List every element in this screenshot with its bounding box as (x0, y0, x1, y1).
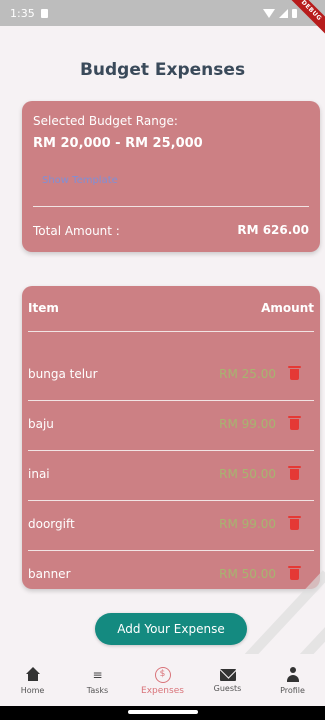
nav-item-tasks[interactable]: ≡ Tasks (68, 667, 128, 695)
expense-amount: RM 99.00 (219, 517, 276, 531)
nav-item-home[interactable]: Home (3, 667, 63, 695)
expense-list-card: Item Amount bunga telur RM 25.00 baju RM… (22, 286, 320, 589)
add-expense-button[interactable]: Add Your Expense (95, 613, 247, 645)
signal-icon (279, 8, 288, 18)
expense-row: banner RM 50.00 (22, 551, 320, 589)
expense-amount: RM 50.00 (219, 567, 276, 581)
expense-amount: RM 25.00 (219, 367, 276, 381)
mail-icon (219, 669, 236, 681)
total-amount-label: Total Amount : (33, 224, 120, 238)
delete-icon[interactable] (288, 466, 301, 480)
budget-range-label: Selected Budget Range: (33, 114, 178, 128)
nav-label: Tasks (86, 686, 109, 695)
delete-icon[interactable] (288, 566, 301, 580)
expense-row: baju RM 99.00 (22, 401, 320, 451)
nav-label: Home (20, 686, 45, 695)
home-icon (25, 667, 41, 683)
expense-name: banner (28, 567, 71, 581)
battery-icon (292, 8, 297, 18)
show-template-link[interactable]: Show Template (42, 175, 118, 186)
expense-row: doorgift RM 99.00 (22, 501, 320, 551)
delete-icon[interactable] (288, 366, 301, 380)
expense-name: bunga telur (28, 367, 98, 381)
nav-label: Profile (280, 686, 305, 695)
delete-icon[interactable] (288, 516, 301, 530)
checklist-icon: ≡ (92, 668, 103, 682)
wifi-icon (263, 8, 275, 18)
person-icon (285, 667, 301, 683)
divider (33, 206, 309, 207)
column-header-amount: Amount (261, 301, 314, 315)
expense-amount: RM 50.00 (219, 467, 276, 481)
status-bar: 1:35 DEBUG (0, 0, 325, 38)
expense-amount: RM 99.00 (219, 417, 276, 431)
header-divider (28, 331, 314, 332)
expense-name: doorgift (28, 517, 75, 531)
column-header-item: Item (28, 301, 59, 315)
nav-item-guests[interactable]: Guests (198, 667, 258, 693)
total-amount-value: RM 626.00 (237, 223, 309, 237)
nav-item-expenses[interactable]: $ Expenses (133, 667, 193, 696)
expense-name: baju (28, 417, 54, 431)
nav-label: Expenses (141, 686, 184, 696)
home-gesture-handle[interactable] (128, 710, 198, 714)
sim-card-icon (40, 8, 48, 18)
expense-row: inai RM 50.00 (22, 451, 320, 501)
budget-summary-card: Selected Budget Range: RM 20,000 - RM 25… (22, 101, 320, 252)
budget-range-value: RM 20,000 - RM 25,000 (33, 136, 203, 151)
expense-name: inai (28, 467, 50, 481)
nav-item-profile[interactable]: Profile (263, 667, 323, 695)
status-time: 1:35 (10, 6, 35, 20)
nav-label: Guests (213, 684, 242, 693)
delete-icon[interactable] (288, 416, 301, 430)
system-gesture-bar (0, 706, 325, 720)
dollar-icon: $ (154, 667, 171, 683)
debug-banner: DEBUG (284, 0, 325, 38)
bottom-navigation: Home ≡ Tasks $ Expenses Guests Profile (0, 654, 325, 706)
page-title: Budget Expenses (79, 60, 246, 80)
expense-row: bunga telur RM 25.00 (22, 351, 320, 401)
